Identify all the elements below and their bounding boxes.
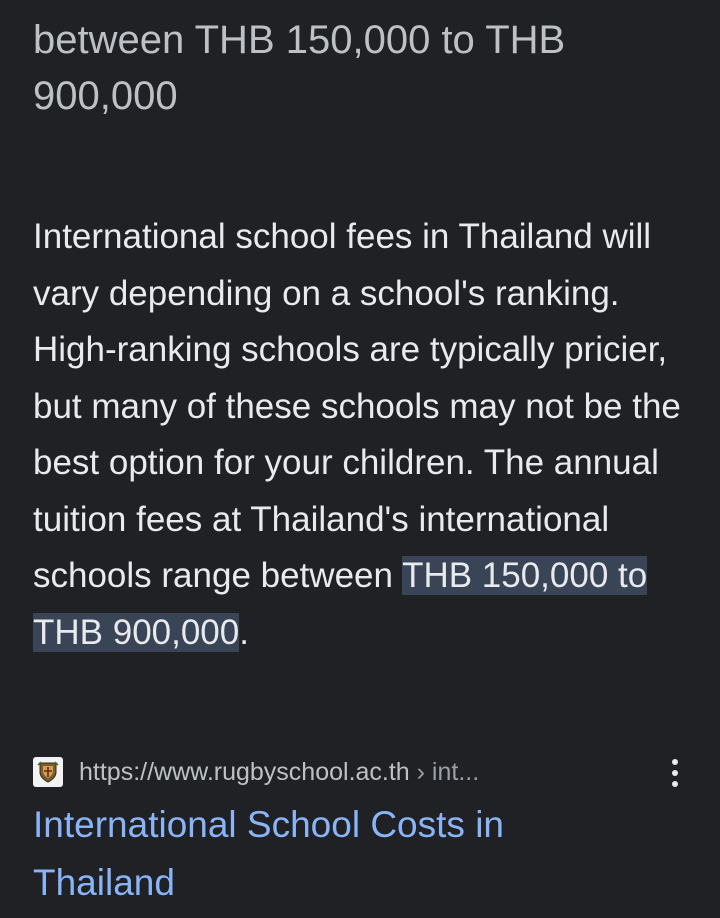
more-dot — [672, 781, 678, 787]
snippet-text-after: . — [239, 612, 249, 652]
featured-snippet-text: International school fees in Thailand wi… — [33, 209, 698, 661]
snippet-text-before: International school fees in Thailand wi… — [33, 217, 681, 595]
source-url-breadcrumb: › int... — [409, 757, 480, 786]
featured-answer-title: between THB 150,000 to THB 900,000 — [33, 18, 566, 118]
more-options-icon[interactable] — [660, 758, 690, 788]
more-dot — [672, 759, 678, 765]
school-crest-icon — [33, 757, 63, 787]
more-dot — [672, 770, 678, 776]
source-row[interactable]: https://www.rugbyschool.ac.th › int... — [33, 752, 693, 792]
source-url[interactable]: https://www.rugbyschool.ac.th › int... — [79, 758, 479, 787]
source-url-domain: https://www.rugbyschool.ac.th — [79, 757, 410, 786]
result-title-link[interactable]: International School Costs in Thailand — [33, 796, 633, 912]
